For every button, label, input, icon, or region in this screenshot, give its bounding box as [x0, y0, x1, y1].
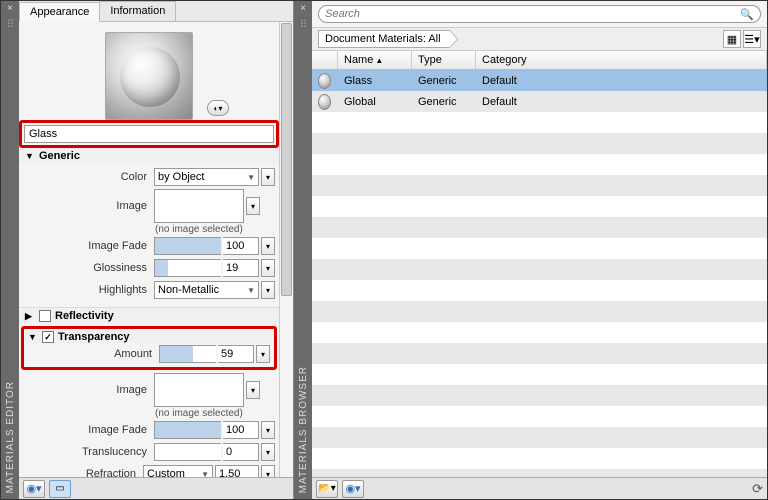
image-more-button[interactable]: ▾	[246, 197, 260, 215]
refraction-more-button[interactable]: ▾	[261, 465, 275, 477]
label-trans-image: Image	[23, 384, 151, 396]
cell-category: Default	[476, 75, 767, 87]
trans-no-image-text: (no image selected)	[23, 408, 275, 419]
cell-name: Global	[338, 96, 412, 108]
col-name[interactable]: Name▲	[338, 51, 412, 69]
transparency-highlight: ▼ ✓ Transparency Amount ▾	[21, 326, 277, 370]
view-grid-button[interactable]: ▦	[723, 30, 741, 48]
toggle-browser-button[interactable]: ▭	[49, 480, 71, 498]
image-swatch[interactable]	[154, 189, 244, 223]
trans-fade-more-button[interactable]: ▾	[261, 421, 275, 439]
breadcrumb-row: Document Materials: All ▦ ☰▾	[312, 27, 767, 51]
label-color: Color	[23, 171, 151, 183]
cell-type: Generic	[412, 96, 476, 108]
material-thumb-icon	[318, 94, 331, 110]
create-material-button[interactable]: ◉▾	[342, 480, 364, 498]
disclosure-right-icon: ▶	[25, 311, 35, 322]
close-icon[interactable]: ×	[300, 3, 306, 14]
trans-fade-value[interactable]	[223, 421, 259, 439]
view-list-button[interactable]: ☰▾	[743, 30, 761, 48]
label-highlights: Highlights	[23, 284, 151, 296]
material-name-highlight	[19, 120, 279, 148]
create-material-button[interactable]: ◉▾	[23, 480, 45, 498]
editor-titlebar: × ⠿ MATERIALS EDITOR	[1, 1, 19, 499]
label-trans-fade: Image Fade	[23, 424, 151, 436]
amount-more-button[interactable]: ▾	[256, 345, 270, 363]
preview-options-button[interactable]: ◐▾	[207, 100, 229, 116]
section-generic-title: Generic	[39, 150, 80, 162]
cell-name: Glass	[338, 75, 412, 87]
editor-scrollbar[interactable]	[279, 22, 293, 477]
refraction-value[interactable]	[215, 465, 259, 477]
grid-header: Name▲ Type Category	[312, 51, 767, 70]
material-name-input[interactable]	[24, 125, 274, 143]
reflectivity-checkbox[interactable]	[39, 310, 51, 322]
browser-titlebar: × ⠿ MATERIALS BROWSER	[294, 1, 312, 499]
glossiness-value[interactable]	[223, 259, 259, 277]
image-fade-value[interactable]	[223, 237, 259, 255]
tab-information[interactable]: Information	[99, 1, 176, 21]
label-translucency: Translucency	[23, 446, 151, 458]
section-transparency-header[interactable]: ▼ ✓ Transparency	[26, 331, 272, 343]
amount-value[interactable]	[218, 345, 254, 363]
material-preview: ◐▾	[19, 22, 279, 120]
material-thumb-icon	[318, 73, 331, 89]
trans-image-more-button[interactable]: ▾	[246, 381, 260, 399]
highlights-combo[interactable]: Non-Metallic▼	[154, 281, 259, 299]
section-reflectivity-title: Reflectivity	[55, 310, 114, 322]
color-combo[interactable]: by Object▼	[154, 168, 259, 186]
trans-fade-slider[interactable]	[154, 421, 221, 439]
editor-tabs: Appearance Information	[19, 1, 293, 22]
no-image-text: (no image selected)	[23, 224, 275, 235]
editor-footer: ◉▾ ▭	[19, 477, 293, 499]
search-icon: 🔍	[740, 8, 754, 21]
disclosure-down-icon: ▼	[25, 151, 35, 161]
image-fade-slider[interactable]	[154, 237, 221, 255]
translucency-slider[interactable]	[154, 443, 221, 461]
tab-appearance[interactable]: Appearance	[19, 2, 100, 22]
disclosure-down-icon: ▼	[28, 332, 38, 342]
close-icon[interactable]: ×	[7, 3, 13, 14]
section-transparency-title: Transparency	[58, 331, 130, 343]
grid-body: GlassGenericDefaultGlobalGenericDefault	[312, 70, 767, 477]
translucency-value[interactable]	[223, 443, 259, 461]
transparency-checkbox[interactable]: ✓	[42, 331, 54, 343]
label-amount: Amount	[28, 348, 156, 360]
color-more-button[interactable]: ▾	[261, 168, 275, 186]
col-type[interactable]: Type	[412, 51, 476, 69]
library-button[interactable]: 📂▾	[316, 480, 338, 498]
label-refraction: Refraction	[23, 468, 140, 477]
glossiness-more-button[interactable]: ▾	[261, 259, 275, 277]
grip-icon[interactable]: ⠿	[299, 18, 306, 31]
section-reflectivity-header[interactable]: ▶ Reflectivity	[19, 307, 279, 324]
materials-editor-panel: × ⠿ MATERIALS EDITOR Appearance Informat…	[1, 1, 294, 499]
section-generic-header[interactable]: ▼ Generic	[19, 148, 279, 164]
label-image: Image	[23, 200, 151, 212]
col-category[interactable]: Category	[476, 51, 767, 69]
translucency-more-button[interactable]: ▾	[261, 443, 275, 461]
cell-category: Default	[476, 96, 767, 108]
browser-title: MATERIALS BROWSER	[298, 366, 309, 493]
refraction-mode-combo[interactable]: Custom▼	[143, 465, 213, 477]
table-row[interactable]: GlobalGenericDefault	[312, 91, 767, 112]
breadcrumb[interactable]: Document Materials: All	[318, 30, 450, 48]
glossiness-slider[interactable]	[154, 259, 221, 277]
cell-type: Generic	[412, 75, 476, 87]
sort-asc-icon: ▲	[375, 56, 383, 65]
table-row[interactable]: GlassGenericDefault	[312, 70, 767, 91]
search-input[interactable]	[325, 8, 740, 20]
trans-image-swatch[interactable]	[154, 373, 244, 407]
browser-footer: 📂▾ ◉▾ ⟳	[312, 477, 767, 499]
label-image-fade: Image Fade	[23, 240, 151, 252]
materials-browser-panel: × ⠿ MATERIALS BROWSER 🔍 Document Materia…	[294, 1, 767, 499]
label-glossiness: Glossiness	[23, 262, 151, 274]
editor-title: MATERIALS EDITOR	[5, 381, 16, 493]
amount-slider[interactable]	[159, 345, 216, 363]
highlights-more-button[interactable]: ▾	[261, 281, 275, 299]
image-fade-more-button[interactable]: ▾	[261, 237, 275, 255]
grip-icon[interactable]: ⠿	[6, 18, 13, 31]
search-box[interactable]: 🔍	[318, 5, 761, 23]
sync-icon[interactable]: ⟳	[752, 481, 763, 497]
